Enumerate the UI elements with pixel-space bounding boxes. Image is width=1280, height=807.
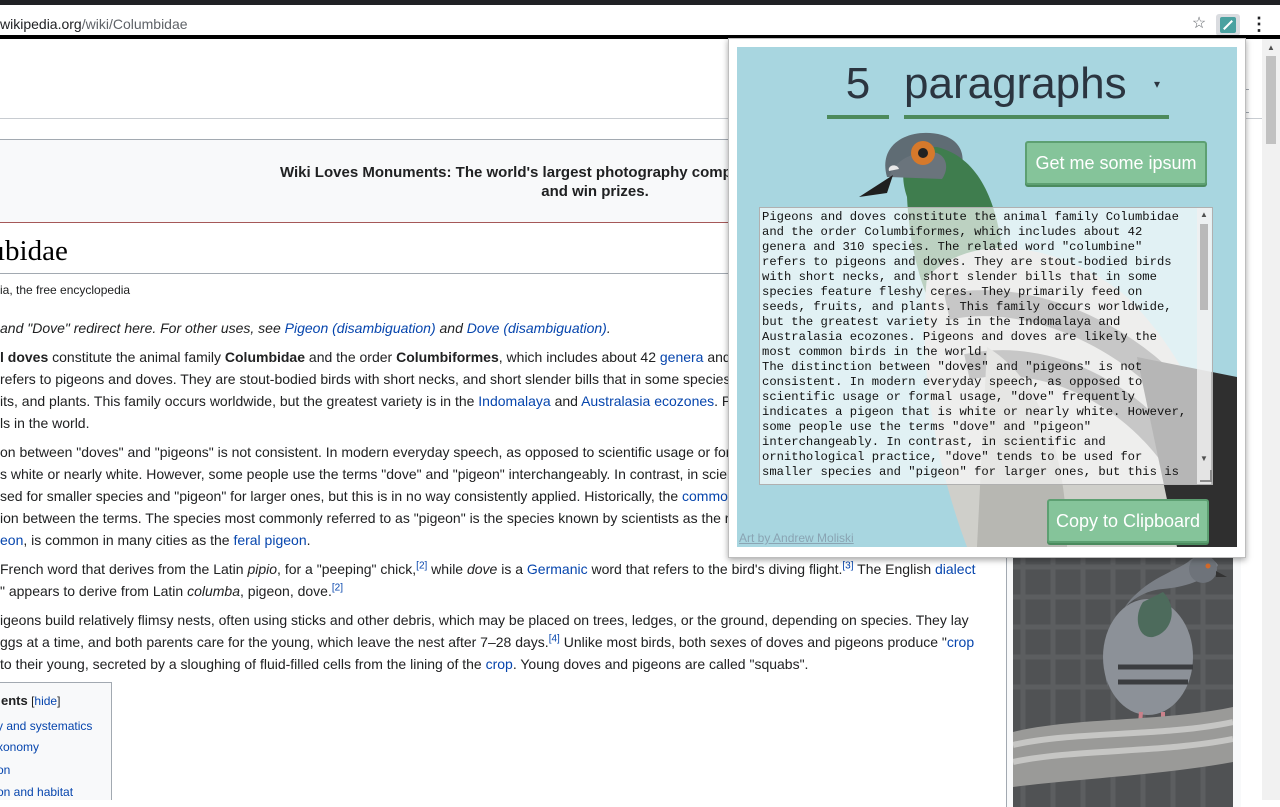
reference-link[interactable]: [4] bbox=[549, 633, 560, 644]
url-path: /wiki/Columbidae bbox=[81, 16, 188, 32]
infobox-image[interactable] bbox=[1013, 517, 1233, 807]
text: French word that derives from the Latin bbox=[0, 561, 248, 577]
text: . Young doves and pigeons are called "sq… bbox=[512, 656, 809, 672]
bold-term: Columbidae bbox=[224, 349, 306, 365]
pigeon-ipsum-icon bbox=[1220, 17, 1236, 33]
reference-link[interactable]: [2] bbox=[416, 560, 427, 571]
copy-to-clipboard-button[interactable]: Copy to Clipboard bbox=[1047, 499, 1209, 543]
paragraph-3-line-1: French word that derives from the Latin … bbox=[0, 558, 1000, 580]
link-rock-pigeon[interactable]: eon bbox=[0, 532, 23, 548]
scroll-down-icon[interactable]: ▼ bbox=[1197, 452, 1211, 466]
toc-heading: ents bbox=[1, 693, 28, 708]
text: and the order bbox=[305, 349, 397, 365]
toc-title: ents [hide] bbox=[1, 693, 60, 708]
italic-term: pipio bbox=[247, 561, 278, 577]
toc-item[interactable]: y and systematics bbox=[0, 719, 92, 733]
link-crop[interactable]: crop bbox=[486, 656, 513, 672]
paragraph-4-line-2: ggs at a time, and both parents care for… bbox=[0, 631, 1000, 653]
text: to their young, secreted by a sloughing … bbox=[0, 656, 486, 672]
unit-select-value: paragraphs bbox=[904, 59, 1127, 108]
italic-term: dove bbox=[466, 561, 498, 577]
bold-term: Columbiformes bbox=[396, 349, 499, 365]
kebab-icon[interactable]: ⋮ bbox=[1250, 13, 1268, 35]
page-title: ıbidae bbox=[0, 235, 68, 267]
reference-link[interactable]: [2] bbox=[332, 582, 343, 593]
text: word that refers to the bird's diving fl… bbox=[587, 561, 843, 577]
text: , is common in many cities as the bbox=[23, 532, 234, 548]
toc-hide-link[interactable]: hide bbox=[34, 694, 57, 708]
link-genera[interactable]: genera bbox=[660, 349, 704, 365]
toc-item[interactable]: on bbox=[0, 763, 10, 777]
page-scroll-thumb[interactable] bbox=[1266, 56, 1276, 144]
text: , which includes about 42 bbox=[498, 349, 660, 365]
toc-item[interactable]: on and habitat bbox=[0, 785, 73, 799]
text: ggs at a time, and both parents care for… bbox=[0, 634, 549, 650]
art-credit-link[interactable]: Art by Andrew Moliski bbox=[739, 531, 854, 545]
link-dialect[interactable]: dialect bbox=[935, 561, 975, 577]
star-icon[interactable]: ☆ bbox=[1188, 13, 1210, 35]
chevron-down-icon: ▾ bbox=[1154, 77, 1161, 91]
text: and bbox=[703, 349, 731, 365]
link-crop-milk[interactable]: crop bbox=[947, 634, 974, 650]
text: is a bbox=[497, 561, 527, 577]
link-feral-pigeon[interactable]: feral pigeon bbox=[233, 532, 306, 548]
text: Unlike most birds, both sexes of doves a… bbox=[559, 634, 947, 650]
paragraph-count-input[interactable]: 5 bbox=[827, 53, 889, 119]
text: sed for smaller species and "pigeon" for… bbox=[0, 488, 683, 504]
get-ipsum-button[interactable]: Get me some ipsum bbox=[1025, 141, 1207, 185]
scroll-up-icon[interactable]: ▲ bbox=[1197, 208, 1211, 222]
text: its, and plants. This family occurs worl… bbox=[0, 393, 479, 409]
paragraph-4-line-1: igeons build relatively flimsy nests, of… bbox=[0, 612, 969, 628]
link-common[interactable]: commo bbox=[682, 488, 728, 504]
italic-term: columba bbox=[187, 583, 240, 599]
reference-link[interactable]: [3] bbox=[842, 560, 853, 571]
text: while bbox=[427, 561, 467, 577]
address-bar[interactable]: wikipedia.org/wiki/Columbidae bbox=[0, 10, 1212, 38]
text: . bbox=[306, 532, 311, 548]
text: " appears to derive from Latin bbox=[0, 583, 188, 599]
bold-term: l doves bbox=[0, 349, 49, 365]
textarea-scroll-thumb[interactable] bbox=[1200, 224, 1208, 310]
link-australasia[interactable]: Australasia ecozones bbox=[581, 393, 714, 409]
text: , for a "peeping" chick, bbox=[277, 561, 417, 577]
unit-select[interactable]: paragraphs ▾ bbox=[904, 53, 1169, 119]
hatnote-text: and bbox=[435, 320, 467, 336]
page-scrollbar[interactable] bbox=[1262, 39, 1280, 800]
pigeon-ipsum-popup: 5 paragraphs ▾ Get me some ipsum Pigeons … bbox=[728, 38, 1246, 558]
text: , pigeon, dove. bbox=[240, 583, 332, 599]
browser-toolbar: wikipedia.org/wiki/Columbidae ☆ ⋮ bbox=[0, 5, 1280, 38]
hatnote-text: and "Dove" redirect here. For other uses… bbox=[0, 320, 285, 336]
popup-body: 5 paragraphs ▾ Get me some ipsum Pigeons … bbox=[737, 47, 1237, 547]
pigeon-ipsum-extension-button[interactable] bbox=[1216, 14, 1240, 36]
hatnote-link-pigeon[interactable]: Pigeon (disambiguation) bbox=[285, 320, 436, 336]
resize-grip-icon[interactable] bbox=[1200, 470, 1212, 482]
link-indomalaya[interactable]: Indomalaya bbox=[478, 393, 550, 409]
toc-bracket: ] bbox=[57, 694, 61, 708]
scroll-up-icon[interactable]: ▲ bbox=[1262, 39, 1280, 56]
paragraph-4-line-3: to their young, secreted by a sloughing … bbox=[0, 653, 1000, 675]
text: The English bbox=[853, 561, 935, 577]
ipsum-output-text: Pigeons and doves constitute the animal … bbox=[762, 210, 1187, 479]
ipsum-output-textarea[interactable]: Pigeons and doves constitute the animal … bbox=[759, 207, 1213, 485]
paragraph-3-line-2: " appears to derive from Latin columba, … bbox=[0, 580, 1000, 602]
toc-item[interactable]: xonomy bbox=[0, 740, 39, 754]
hatnote-link-dove[interactable]: Dove (disambiguation) bbox=[467, 320, 607, 336]
hatnote-text: . bbox=[606, 320, 611, 336]
textarea-scrollbar[interactable]: ▲ ▼ bbox=[1197, 208, 1211, 484]
table-of-contents: ents [hide] y and systematics xonomy on … bbox=[0, 682, 112, 800]
link-germanic[interactable]: Germanic bbox=[527, 561, 588, 577]
text: constitute the animal family bbox=[48, 349, 225, 365]
rock-pigeon-photo bbox=[1013, 517, 1233, 807]
url-domain: wikipedia.org bbox=[0, 16, 82, 32]
site-tagline: ia, the free encyclopedia bbox=[0, 283, 131, 297]
text: and bbox=[550, 393, 582, 409]
